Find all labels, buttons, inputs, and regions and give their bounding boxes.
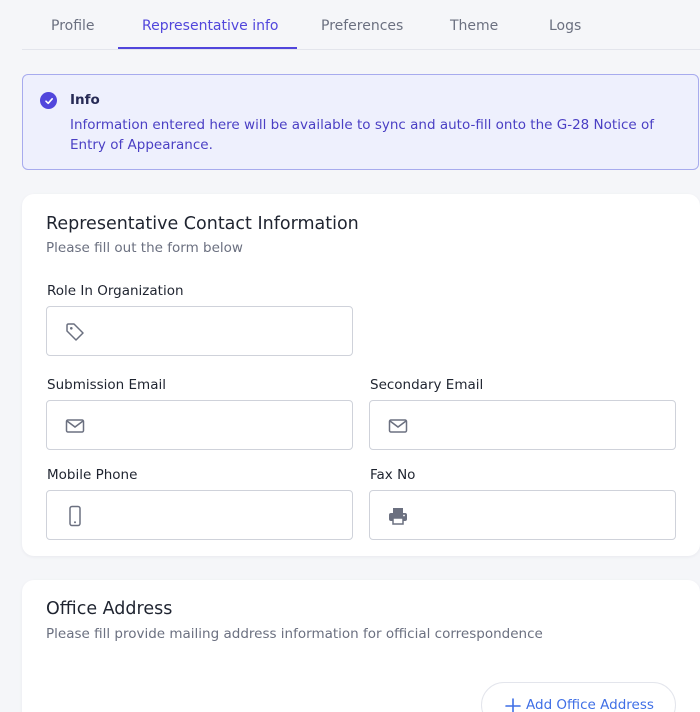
tag-icon	[64, 321, 86, 343]
tab-theme[interactable]: Theme	[450, 0, 498, 50]
contact-info-card: Representative Contact Information Pleas…	[22, 194, 700, 556]
active-tab-indicator	[118, 47, 297, 49]
alert-title: Info	[70, 92, 100, 108]
mobile-phone-label: Mobile Phone	[47, 467, 138, 483]
tab-preferences[interactable]: Preferences	[321, 0, 403, 50]
plus-icon	[504, 697, 522, 712]
add-office-address-label: Add Office Address	[526, 697, 654, 712]
mobile-phone-field[interactable]	[46, 490, 353, 540]
add-office-address-button[interactable]: Add Office Address	[481, 682, 676, 712]
info-alert: Info Information entered here will be av…	[22, 74, 699, 170]
tab-representative-info[interactable]: Representative info	[142, 0, 279, 50]
tab-bar: Profile Representative info Preferences …	[22, 0, 700, 50]
office-card-title: Office Address	[46, 599, 173, 619]
office-card-subtitle: Please fill provide mailing address info…	[46, 626, 543, 642]
secondary-email-field[interactable]	[369, 400, 676, 450]
submission-email-label: Submission Email	[47, 377, 166, 393]
submission-email-input[interactable]	[99, 401, 344, 449]
mobile-phone-icon	[64, 505, 86, 527]
tab-logs[interactable]: Logs	[549, 0, 581, 50]
printer-icon	[387, 505, 409, 527]
mail-icon	[387, 415, 409, 437]
role-label: Role In Organization	[47, 283, 184, 299]
secondary-email-input[interactable]	[422, 401, 667, 449]
submission-email-field[interactable]	[46, 400, 353, 450]
contact-card-subtitle: Please fill out the form below	[46, 240, 243, 256]
fax-no-field[interactable]	[369, 490, 676, 540]
contact-card-title: Representative Contact Information	[46, 214, 359, 234]
fax-no-input[interactable]	[422, 491, 667, 539]
role-input[interactable]	[99, 307, 344, 355]
secondary-email-label: Secondary Email	[370, 377, 484, 393]
check-circle-icon	[40, 92, 57, 109]
role-field[interactable]	[46, 306, 353, 356]
alert-message: Information entered here will be availab…	[70, 117, 654, 153]
mail-icon	[64, 415, 86, 437]
office-address-card: Office Address Please fill provide maili…	[22, 580, 700, 712]
mobile-phone-input[interactable]	[99, 491, 344, 539]
fax-no-label: Fax No	[370, 467, 416, 483]
tab-profile[interactable]: Profile	[51, 0, 95, 50]
